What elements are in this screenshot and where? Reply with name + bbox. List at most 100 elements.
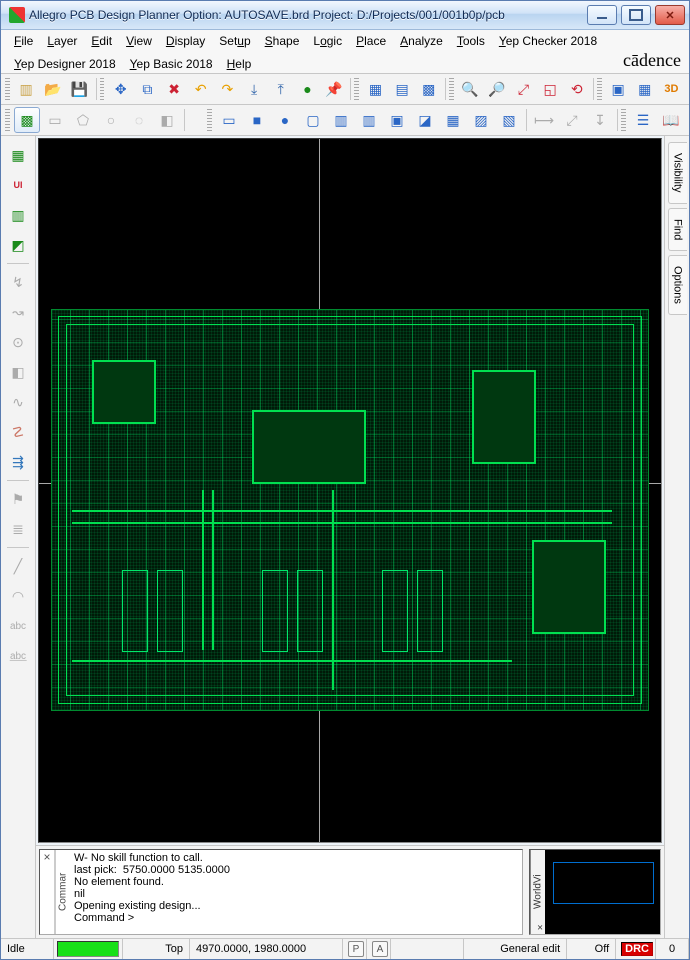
menu-display[interactable]: Display <box>166 34 205 48</box>
redo-button[interactable]: ↷ <box>215 76 240 102</box>
sel-group-b-button[interactable]: ▥ <box>356 107 382 133</box>
menu-yep-basic[interactable]: Yep Basic 2018 <box>130 57 213 71</box>
close-button[interactable] <box>655 5 685 25</box>
menu-place[interactable]: Place <box>356 34 386 48</box>
menu-layer[interactable]: Layer <box>47 34 77 48</box>
world-view[interactable]: × WorldVi <box>529 849 661 935</box>
lt-etch-mode-icon[interactable]: UI <box>4 171 32 199</box>
status-coords[interactable]: 4970.0000, 1980.0000 <box>190 939 343 959</box>
grid-a-button[interactable]: ▦ <box>363 76 388 102</box>
lt-route-icon[interactable]: ↯ <box>4 268 32 296</box>
menu-shape[interactable]: Shape <box>265 34 300 48</box>
status-layer[interactable]: Top <box>123 939 190 959</box>
lt-spread-icon[interactable]: ⇶ <box>4 448 32 476</box>
open-file-button[interactable]: 📂 <box>40 76 65 102</box>
shape-void-button[interactable]: ◌ <box>126 107 152 133</box>
sel-arrow-button[interactable]: ▢ <box>300 107 326 133</box>
zoom-fit-button[interactable]: ⤢ <box>511 76 536 102</box>
lt-slide-icon[interactable]: ↝ <box>4 298 32 326</box>
toolbar-grip[interactable] <box>5 109 10 131</box>
dim-v-button[interactable]: ↧ <box>587 107 613 133</box>
titlebar[interactable]: Allegro PCB Design Planner Option: AUTOS… <box>1 1 689 30</box>
toolbar-grip[interactable] <box>354 78 359 100</box>
tab-options[interactable]: Options <box>668 255 687 315</box>
sel-circle-button[interactable]: ● <box>272 107 298 133</box>
lt-place-mode-icon[interactable]: ▥ <box>4 201 32 229</box>
shape-rect-button[interactable]: ▭ <box>42 107 68 133</box>
grid-c-button[interactable]: ▩ <box>416 76 441 102</box>
worldview-mini[interactable] <box>545 850 660 934</box>
lt-text-b-icon[interactable]: a̲b̲c̲ <box>4 642 32 670</box>
up-priority-button[interactable]: ⤒ <box>268 76 293 102</box>
lt-delay-icon[interactable]: ∿ <box>4 388 32 416</box>
sel-fill-button[interactable]: ▨ <box>468 107 494 133</box>
lt-arc-icon[interactable]: ◠ <box>4 582 32 610</box>
lt-text-a-icon[interactable]: abc <box>4 612 32 640</box>
sel-union-button[interactable]: ▣ <box>384 107 410 133</box>
sel-intersect-button[interactable]: ▦ <box>440 107 466 133</box>
lt-fanout-icon[interactable]: ☡ <box>4 418 32 446</box>
menu-analyze[interactable]: Analyze <box>400 34 443 48</box>
grid-b-button[interactable]: ▤ <box>390 76 415 102</box>
menu-tools[interactable]: Tools <box>457 34 485 48</box>
layers-button[interactable]: ☰ <box>630 107 656 133</box>
shape-poly-button[interactable]: ⬠ <box>70 107 96 133</box>
status-p-button[interactable]: P <box>343 939 367 959</box>
lt-custom-icon[interactable]: ◧ <box>4 358 32 386</box>
view-3d-button[interactable]: 3D <box>659 76 684 102</box>
command-console[interactable]: × Commar W- No skill function to call. l… <box>39 849 523 935</box>
menu-setup[interactable]: Setup <box>219 34 250 48</box>
dim-d-button[interactable]: ⤢ <box>559 107 585 133</box>
shape-filled-rect-button[interactable]: ▩ <box>14 107 40 133</box>
zoom-prev-button[interactable]: ⟲ <box>564 76 589 102</box>
menu-view[interactable]: View <box>126 34 152 48</box>
lt-drc-icon[interactable]: ⚑ <box>4 485 32 513</box>
toolbar-grip[interactable] <box>207 109 212 131</box>
move-button[interactable]: ✥ <box>108 76 133 102</box>
undo-button[interactable]: ↶ <box>188 76 213 102</box>
down-priority-button[interactable]: ⤓ <box>242 76 267 102</box>
sel-hatch-button[interactable]: ▧ <box>496 107 522 133</box>
new-file-button[interactable]: ▥ <box>14 76 39 102</box>
view-a-button[interactable]: ▣ <box>606 76 631 102</box>
menu-edit[interactable]: Edit <box>91 34 112 48</box>
dim-h-button[interactable]: ⟼ <box>531 107 557 133</box>
shape-trim-button[interactable]: ◧ <box>154 107 180 133</box>
status-drc[interactable]: DRC <box>616 939 656 959</box>
zoom-out-button[interactable]: 🔎 <box>484 76 509 102</box>
design-canvas[interactable] <box>38 138 662 843</box>
maximize-button[interactable] <box>621 5 651 25</box>
delete-button[interactable]: ✖ <box>162 76 187 102</box>
menu-file[interactable]: File <box>14 34 33 48</box>
worldview-close-icon[interactable]: × <box>537 921 543 932</box>
zoom-window-button[interactable]: ◱ <box>538 76 563 102</box>
lt-shape-mode-icon[interactable]: ◩ <box>4 231 32 259</box>
save-file-button[interactable]: 💾 <box>67 76 92 102</box>
sel-filled-button[interactable]: ■ <box>244 107 270 133</box>
toolbar-grip[interactable] <box>449 78 454 100</box>
menu-logic[interactable]: Logic <box>313 34 342 48</box>
sel-rect-button[interactable]: ▭ <box>216 107 242 133</box>
zoom-in-button[interactable]: 🔍 <box>458 76 483 102</box>
lt-generic-mode-icon[interactable]: ▦ <box>4 141 32 169</box>
status-a-button[interactable]: A <box>367 939 391 959</box>
console-close-icon[interactable]: × <box>40 850 55 934</box>
menu-yep-checker[interactable]: Yep Checker 2018 <box>499 34 597 48</box>
sel-subtract-button[interactable]: ◪ <box>412 107 438 133</box>
menu-help[interactable]: Help <box>227 57 252 71</box>
toolbar-grip[interactable] <box>5 78 10 100</box>
toolbar-grip[interactable] <box>597 78 602 100</box>
copy-button[interactable]: ⧉ <box>135 76 160 102</box>
drc-marker-button[interactable]: ● <box>295 76 320 102</box>
pin-button[interactable]: 📌 <box>322 76 347 102</box>
lt-via-icon[interactable]: ⊙ <box>4 328 32 356</box>
shape-circle-button[interactable]: ○ <box>98 107 124 133</box>
toolbar-grip[interactable] <box>100 78 105 100</box>
lt-report-icon[interactable]: ≣ <box>4 515 32 543</box>
tab-visibility[interactable]: Visibility <box>668 142 687 204</box>
lt-line-icon[interactable]: ╱ <box>4 552 32 580</box>
toolbar-grip[interactable] <box>621 109 626 131</box>
sel-group-a-button[interactable]: ▥ <box>328 107 354 133</box>
menu-yep-designer[interactable]: Yep Designer 2018 <box>14 57 116 71</box>
report-button[interactable]: 📖 <box>658 107 684 133</box>
